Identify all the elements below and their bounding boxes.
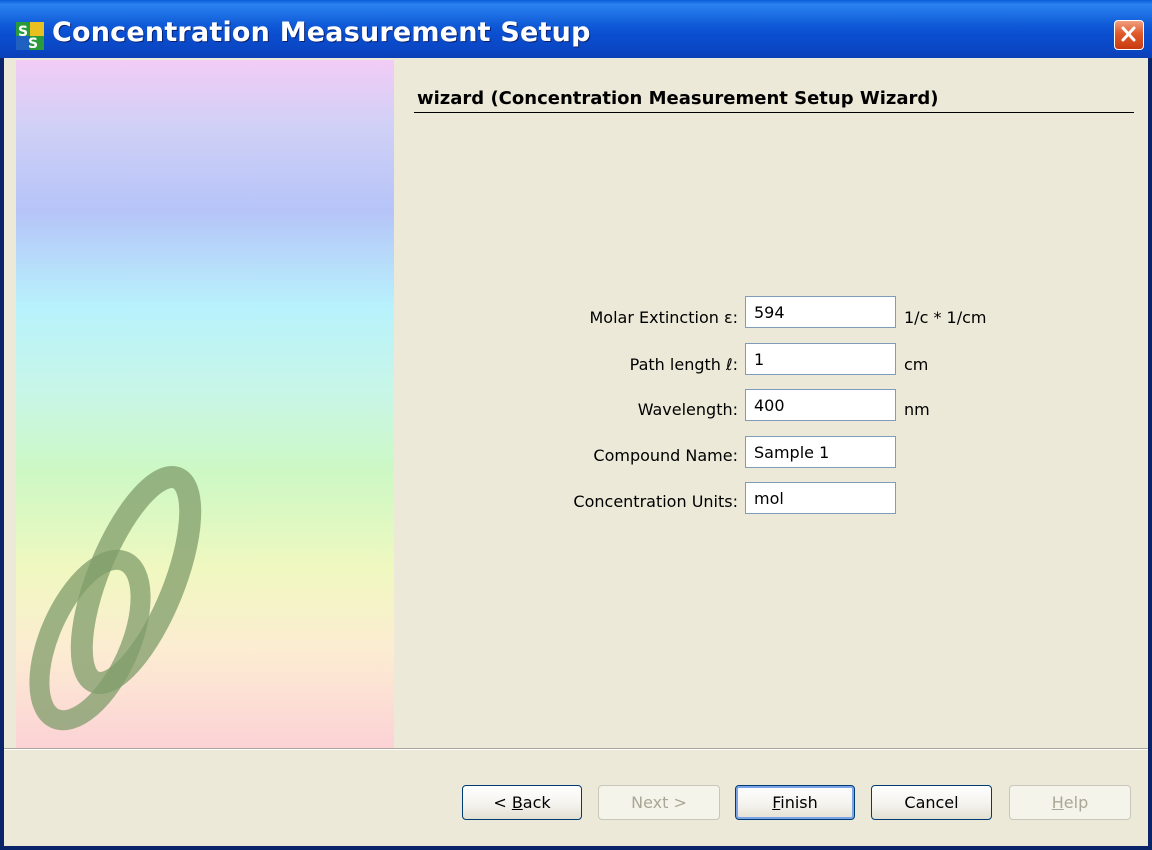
wavelength-unit: nm [904,400,930,419]
svg-text:S: S [28,36,38,50]
path-length-label: Path length ℓ: [629,355,738,374]
help-button[interactable]: Help [1009,785,1131,820]
back-button-rest: ack [522,793,551,812]
cancel-button[interactable]: Cancel [871,785,992,820]
field-labels: Molar Extinction ε: Path length ℓ: Wavel… [384,58,738,658]
optical-loops-logo [29,466,202,731]
finish-button[interactable]: Finish [735,785,855,820]
help-button-mnemonic: H [1051,793,1064,812]
compound-name-label: Compound Name: [593,446,738,465]
close-button[interactable] [1114,20,1144,50]
path-length-unit: cm [904,355,929,374]
back-button[interactable]: < Back [462,785,582,820]
button-bar-separator [4,748,1148,750]
compound-name-input[interactable] [745,436,896,468]
back-button-prefix: < [493,793,512,812]
finish-button-rest: inish [780,793,818,812]
concentration-units-input[interactable] [745,482,896,514]
molar-extinction-label: Molar Extinction ε: [589,308,738,327]
title-bar[interactable]: S S Concentration Measurement Setup [0,0,1152,58]
molar-extinction-input[interactable] [745,296,896,328]
wizard-side-banner [16,60,394,748]
window-title: Concentration Measurement Setup [52,17,591,48]
wavelength-label: Wavelength: [637,400,738,419]
svg-text:S: S [18,24,28,40]
dialog-client-area: wizard (Concentration Measurement Setup … [4,58,1148,846]
app-icon: S S [16,22,44,50]
concentration-units-label: Concentration Units: [573,492,738,511]
next-button[interactable]: Next > [598,785,720,820]
back-button-mnemonic: B [511,793,523,812]
path-length-input[interactable] [745,343,896,375]
help-button-rest: elp [1063,793,1089,812]
molar-extinction-unit: 1/c * 1/cm [904,308,987,327]
wavelength-input[interactable] [745,389,896,421]
wizard-dialog-window: S S Concentration Measurement Setup wiza… [0,0,1152,850]
close-icon [1121,26,1136,42]
